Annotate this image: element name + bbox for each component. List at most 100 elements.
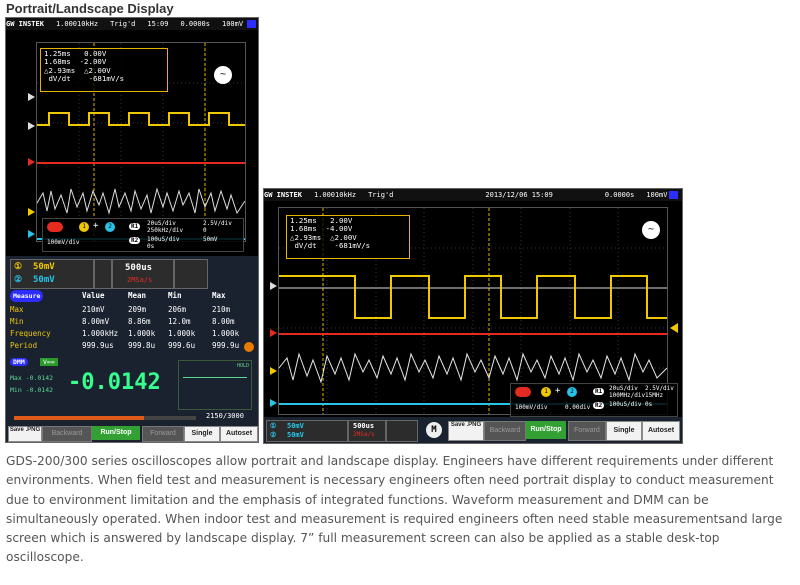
meas-max: 8.00m xyxy=(212,317,235,326)
channel-scale-block[interactable]: ① 50mV ② 50mV xyxy=(266,420,348,442)
menu-button[interactable]: M xyxy=(426,422,442,438)
description-text: GDS-200/300 series oscilloscopes allow p… xyxy=(6,454,783,565)
ref1-freq: 250kHz/div xyxy=(147,227,184,234)
ch1-marker-icon[interactable] xyxy=(28,208,35,216)
meas-mean: 999.8u xyxy=(128,341,156,350)
trigger-level-marker-icon[interactable] xyxy=(670,323,678,333)
meas-header-min: Min xyxy=(168,291,182,300)
measurement-panel: ① 50mV ② 50mV 500us 2MSa/s Measure Value… xyxy=(6,256,258,442)
ch2-marker-icon[interactable] xyxy=(270,399,277,407)
run-stop-button[interactable]: Run/Stop xyxy=(92,426,140,440)
ch1-scale: 50mV xyxy=(287,422,304,430)
ref1-volt: 2.5V/div xyxy=(203,220,232,227)
save-button[interactable]: Save .PNG xyxy=(8,426,42,442)
cursor-dvdt: -681mV/s xyxy=(88,74,125,84)
save-button[interactable]: Save .PNG xyxy=(448,421,484,441)
ref-marker-icon[interactable] xyxy=(28,122,35,130)
ch4-marker-icon[interactable] xyxy=(270,282,277,290)
ref2-badge: R2 xyxy=(593,402,605,409)
sample-rate: 2MSa/s xyxy=(127,276,153,284)
ch4-trace xyxy=(36,187,246,215)
record-progress-fill xyxy=(14,416,145,420)
save-format: .PNG xyxy=(466,422,482,428)
forward-button[interactable]: Forward xyxy=(568,421,606,441)
timebase: 500us xyxy=(125,263,153,273)
meas-name: Min xyxy=(10,317,24,326)
backward-button[interactable]: Backward xyxy=(484,421,526,441)
trigger-frequency: 1.00010kHz xyxy=(313,191,357,199)
cursor-dvdt: -681mV/s xyxy=(334,241,371,251)
math-scale: 100mV/div xyxy=(47,239,80,246)
cursor-readout: 1.25ms 0.00V 1.68ms -2.00V △2.93ms △2.00… xyxy=(40,48,168,92)
ch3-marker-icon[interactable] xyxy=(28,158,35,166)
ch2-scale: 50mV xyxy=(33,275,55,285)
autoset-button[interactable]: Autoset xyxy=(642,421,680,441)
dmm-trend-line xyxy=(183,377,247,378)
date-time: 2013/12/06 15:09 xyxy=(485,191,553,199)
ref2-time: 100uS/div xyxy=(609,401,642,408)
ref1-freq: 100MHz/div xyxy=(609,392,646,399)
run-stop-button[interactable]: Run/Stop xyxy=(526,421,566,439)
channel-scale-block[interactable]: ① 50mV ② 50mV xyxy=(10,259,94,289)
dmm-label[interactable]: DMM xyxy=(10,358,28,366)
dmm-mode[interactable]: V== xyxy=(40,358,58,366)
ch2-marker-icon[interactable] xyxy=(28,230,35,238)
bottom-toolbar: ① 50mV ② 50mV 500us 2MSa/s M Save .PNG B… xyxy=(264,417,682,443)
meas-name: Max xyxy=(10,305,24,314)
ref1-offset: 0 xyxy=(203,227,207,234)
record-progress-bar[interactable] xyxy=(14,416,196,420)
ch2-noise-trace xyxy=(278,352,668,384)
dmm-trend-graph: HOLD xyxy=(178,360,252,410)
ch3-marker-icon[interactable] xyxy=(270,329,277,337)
brand-logo: GW INSTEK xyxy=(6,20,44,28)
meas-mean: 8.86m xyxy=(128,317,151,326)
forward-button[interactable]: Forward xyxy=(142,426,184,442)
horizontal-offset: 0.0000s xyxy=(604,191,635,199)
meas-max: 210m xyxy=(212,305,231,314)
bandwidth-block[interactable] xyxy=(94,259,112,289)
ref1-offset: 15MHz xyxy=(645,392,664,399)
math-operator: + xyxy=(555,386,561,396)
autoset-button[interactable]: Autoset xyxy=(220,426,258,442)
math-readout: 1 + 2 100mV/div R1 R2 20uS/div 2.5V/div … xyxy=(42,218,244,252)
math-operator: + xyxy=(93,221,99,231)
save-format: .PNG xyxy=(25,427,41,433)
ch4-marker-icon[interactable] xyxy=(28,93,35,101)
timebase-block[interactable]: 500us 2MSa/s xyxy=(112,259,174,289)
wave-knob-icon[interactable]: ~ xyxy=(214,66,232,84)
ref1-badge: R1 xyxy=(593,388,605,395)
ch1-badge-icon: 1 xyxy=(79,222,89,232)
info-icon[interactable] xyxy=(669,191,678,199)
dmm-reading: -0.0142 xyxy=(68,370,161,395)
ch2-badge-icon: 2 xyxy=(105,222,115,232)
meas-header-mean: Mean xyxy=(128,291,147,300)
meas-header-measure[interactable]: Measure xyxy=(10,290,44,302)
math-readout: 1 + 2 100mV/div 0.00div R1 R2 20uS/div 2… xyxy=(510,383,678,417)
ref2-offset: 0s xyxy=(645,401,653,408)
backward-button[interactable]: Backward xyxy=(42,426,92,442)
ref2-time: 100uS/div xyxy=(147,236,180,243)
single-button[interactable]: Single xyxy=(184,426,220,442)
ref1-time: 20uS/div xyxy=(147,220,176,227)
trigger-status: Trig'd xyxy=(110,20,136,28)
reset-stats-icon[interactable] xyxy=(244,342,254,352)
ch1-scale: 50mV xyxy=(33,262,55,272)
math-badge-icon xyxy=(515,387,531,397)
trigger-block[interactable] xyxy=(386,420,418,442)
save-label: Save xyxy=(450,422,465,428)
trigger-frequency: 1.00010kHz xyxy=(55,20,99,28)
meas-mean: 1.000k xyxy=(128,329,156,338)
timebase-block[interactable]: 500us 2MSa/s xyxy=(348,420,386,442)
ch2-scale: 50mV xyxy=(287,431,304,439)
ch1-marker-icon[interactable] xyxy=(270,367,277,375)
math-badge-icon xyxy=(47,222,63,232)
clock: 15:09 xyxy=(147,20,169,28)
meas-name: Frequency xyxy=(10,329,51,338)
info-icon[interactable] xyxy=(247,20,256,28)
single-button[interactable]: Single xyxy=(606,421,642,441)
meas-max: 1.000k xyxy=(212,329,240,338)
meas-value: 210mV xyxy=(82,305,105,314)
status-bar: GW INSTEK 1.00010kHz Trig'd 15:09 0.0000s 100… xyxy=(6,18,258,30)
trigger-block[interactable] xyxy=(174,259,208,289)
wave-knob-icon[interactable]: ~ xyxy=(642,221,660,239)
